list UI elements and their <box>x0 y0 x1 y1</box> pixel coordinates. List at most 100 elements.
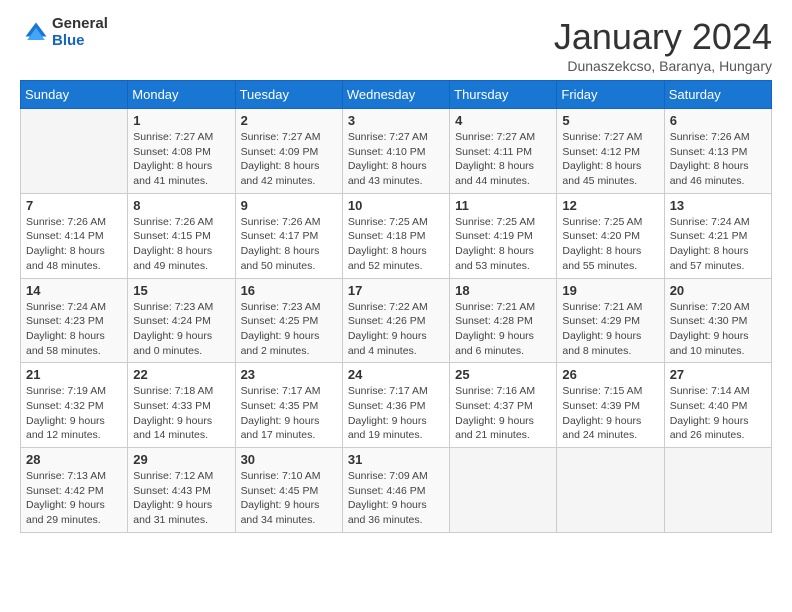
day-number: 25 <box>455 367 551 382</box>
day-info: Sunrise: 7:23 AMSunset: 4:24 PMDaylight:… <box>133 300 229 359</box>
header-saturday: Saturday <box>664 81 771 109</box>
calendar-cell: 13 Sunrise: 7:24 AMSunset: 4:21 PMDayligh… <box>664 193 771 278</box>
month-title: January 2024 <box>554 16 772 58</box>
calendar-cell: 28 Sunrise: 7:13 AMSunset: 4:42 PMDayligh… <box>21 448 128 533</box>
day-info: Sunrise: 7:27 AMSunset: 4:11 PMDaylight:… <box>455 130 551 189</box>
calendar-cell: 29 Sunrise: 7:12 AMSunset: 4:43 PMDayligh… <box>128 448 235 533</box>
day-info: Sunrise: 7:12 AMSunset: 4:43 PMDaylight:… <box>133 469 229 528</box>
calendar-cell: 4 Sunrise: 7:27 AMSunset: 4:11 PMDaylight… <box>450 109 557 194</box>
day-number: 17 <box>348 283 444 298</box>
logo-icon <box>22 19 50 47</box>
day-info: Sunrise: 7:15 AMSunset: 4:39 PMDaylight:… <box>562 384 658 443</box>
day-info: Sunrise: 7:27 AMSunset: 4:08 PMDaylight:… <box>133 130 229 189</box>
calendar-week-row: 28 Sunrise: 7:13 AMSunset: 4:42 PMDayligh… <box>21 448 772 533</box>
logo: General Blue <box>20 16 108 49</box>
calendar-week-row: 14 Sunrise: 7:24 AMSunset: 4:23 PMDayligh… <box>21 278 772 363</box>
logo-general: General <box>52 16 108 33</box>
calendar-cell: 21 Sunrise: 7:19 AMSunset: 4:32 PMDayligh… <box>21 363 128 448</box>
calendar-cell: 14 Sunrise: 7:24 AMSunset: 4:23 PMDayligh… <box>21 278 128 363</box>
day-info: Sunrise: 7:17 AMSunset: 4:36 PMDaylight:… <box>348 384 444 443</box>
title-block: January 2024 Dunaszekcso, Baranya, Hunga… <box>554 16 772 74</box>
day-info: Sunrise: 7:25 AMSunset: 4:19 PMDaylight:… <box>455 215 551 274</box>
day-number: 9 <box>241 198 337 213</box>
location-subtitle: Dunaszekcso, Baranya, Hungary <box>554 58 772 74</box>
calendar-cell: 3 Sunrise: 7:27 AMSunset: 4:10 PMDaylight… <box>342 109 449 194</box>
calendar-cell: 9 Sunrise: 7:26 AMSunset: 4:17 PMDaylight… <box>235 193 342 278</box>
calendar-cell: 10 Sunrise: 7:25 AMSunset: 4:18 PMDayligh… <box>342 193 449 278</box>
day-info: Sunrise: 7:24 AMSunset: 4:23 PMDaylight:… <box>26 300 122 359</box>
day-info: Sunrise: 7:19 AMSunset: 4:32 PMDaylight:… <box>26 384 122 443</box>
calendar-table: SundayMondayTuesdayWednesdayThursdayFrid… <box>20 80 772 533</box>
day-number: 5 <box>562 113 658 128</box>
day-info: Sunrise: 7:25 AMSunset: 4:20 PMDaylight:… <box>562 215 658 274</box>
day-number: 12 <box>562 198 658 213</box>
day-number: 28 <box>26 452 122 467</box>
day-number: 15 <box>133 283 229 298</box>
calendar-cell: 16Sunrise: 7:23 AMSunset: 4:25 PMDayligh… <box>235 278 342 363</box>
day-info: Sunrise: 7:16 AMSunset: 4:37 PMDaylight:… <box>455 384 551 443</box>
day-info: Sunrise: 7:18 AMSunset: 4:33 PMDaylight:… <box>133 384 229 443</box>
day-number: 11 <box>455 198 551 213</box>
day-number: 27 <box>670 367 766 382</box>
day-info: Sunrise: 7:21 AMSunset: 4:28 PMDaylight:… <box>455 300 551 359</box>
day-info: Sunrise: 7:14 AMSunset: 4:40 PMDaylight:… <box>670 384 766 443</box>
day-info: Sunrise: 7:27 AMSunset: 4:10 PMDaylight:… <box>348 130 444 189</box>
day-info: Sunrise: 7:09 AMSunset: 4:46 PMDaylight:… <box>348 469 444 528</box>
header-friday: Friday <box>557 81 664 109</box>
day-info: Sunrise: 7:10 AMSunset: 4:45 PMDaylight:… <box>241 469 337 528</box>
day-info: Sunrise: 7:20 AMSunset: 4:30 PMDaylight:… <box>670 300 766 359</box>
calendar-cell: 17 Sunrise: 7:22 AMSunset: 4:26 PMDayligh… <box>342 278 449 363</box>
header-thursday: Thursday <box>450 81 557 109</box>
day-number: 13 <box>670 198 766 213</box>
day-number: 14 <box>26 283 122 298</box>
calendar-cell: 20Sunrise: 7:20 AMSunset: 4:30 PMDayligh… <box>664 278 771 363</box>
day-number: 16 <box>241 283 337 298</box>
day-info: Sunrise: 7:26 AMSunset: 4:14 PMDaylight:… <box>26 215 122 274</box>
header-sunday: Sunday <box>21 81 128 109</box>
day-number: 19 <box>562 283 658 298</box>
calendar-cell: 8 Sunrise: 7:26 AMSunset: 4:15 PMDaylight… <box>128 193 235 278</box>
calendar-week-row: 7 Sunrise: 7:26 AMSunset: 4:14 PMDaylight… <box>21 193 772 278</box>
day-number: 26 <box>562 367 658 382</box>
day-info: Sunrise: 7:25 AMSunset: 4:18 PMDaylight:… <box>348 215 444 274</box>
day-info: Sunrise: 7:24 AMSunset: 4:21 PMDaylight:… <box>670 215 766 274</box>
calendar-cell: 24 Sunrise: 7:17 AMSunset: 4:36 PMDayligh… <box>342 363 449 448</box>
calendar-cell: 18Sunrise: 7:21 AMSunset: 4:28 PMDayligh… <box>450 278 557 363</box>
day-number: 10 <box>348 198 444 213</box>
day-number: 7 <box>26 198 122 213</box>
day-number: 24 <box>348 367 444 382</box>
header-tuesday: Tuesday <box>235 81 342 109</box>
day-number: 23 <box>241 367 337 382</box>
day-info: Sunrise: 7:26 AMSunset: 4:13 PMDaylight:… <box>670 130 766 189</box>
day-number: 3 <box>348 113 444 128</box>
calendar-cell: 7 Sunrise: 7:26 AMSunset: 4:14 PMDaylight… <box>21 193 128 278</box>
calendar-cell <box>450 448 557 533</box>
day-info: Sunrise: 7:21 AMSunset: 4:29 PMDaylight:… <box>562 300 658 359</box>
day-info: Sunrise: 7:27 AMSunset: 4:12 PMDaylight:… <box>562 130 658 189</box>
day-info: Sunrise: 7:27 AMSunset: 4:09 PMDaylight:… <box>241 130 337 189</box>
calendar-cell: 23 Sunrise: 7:17 AMSunset: 4:35 PMDayligh… <box>235 363 342 448</box>
calendar-header-row: SundayMondayTuesdayWednesdayThursdayFrid… <box>21 81 772 109</box>
day-number: 22 <box>133 367 229 382</box>
calendar-cell: 19 Sunrise: 7:21 AMSunset: 4:29 PMDayligh… <box>557 278 664 363</box>
calendar-cell: 6Sunrise: 7:26 AMSunset: 4:13 PMDaylight… <box>664 109 771 194</box>
calendar-cell <box>557 448 664 533</box>
day-number: 2 <box>241 113 337 128</box>
calendar-cell: 27 Sunrise: 7:14 AMSunset: 4:40 PMDayligh… <box>664 363 771 448</box>
day-number: 29 <box>133 452 229 467</box>
calendar-cell: 30Sunrise: 7:10 AMSunset: 4:45 PMDayligh… <box>235 448 342 533</box>
calendar-cell: 12 Sunrise: 7:25 AMSunset: 4:20 PMDayligh… <box>557 193 664 278</box>
day-number: 21 <box>26 367 122 382</box>
day-info: Sunrise: 7:13 AMSunset: 4:42 PMDaylight:… <box>26 469 122 528</box>
day-info: Sunrise: 7:22 AMSunset: 4:26 PMDaylight:… <box>348 300 444 359</box>
day-number: 4 <box>455 113 551 128</box>
calendar-cell: 15 Sunrise: 7:23 AMSunset: 4:24 PMDayligh… <box>128 278 235 363</box>
calendar-cell: 1 Sunrise: 7:27 AMSunset: 4:08 PMDaylight… <box>128 109 235 194</box>
calendar-cell: 31Sunrise: 7:09 AMSunset: 4:46 PMDayligh… <box>342 448 449 533</box>
calendar-week-row: 21 Sunrise: 7:19 AMSunset: 4:32 PMDayligh… <box>21 363 772 448</box>
day-number: 1 <box>133 113 229 128</box>
day-info: Sunrise: 7:17 AMSunset: 4:35 PMDaylight:… <box>241 384 337 443</box>
day-info: Sunrise: 7:26 AMSunset: 4:15 PMDaylight:… <box>133 215 229 274</box>
day-number: 8 <box>133 198 229 213</box>
day-info: Sunrise: 7:26 AMSunset: 4:17 PMDaylight:… <box>241 215 337 274</box>
